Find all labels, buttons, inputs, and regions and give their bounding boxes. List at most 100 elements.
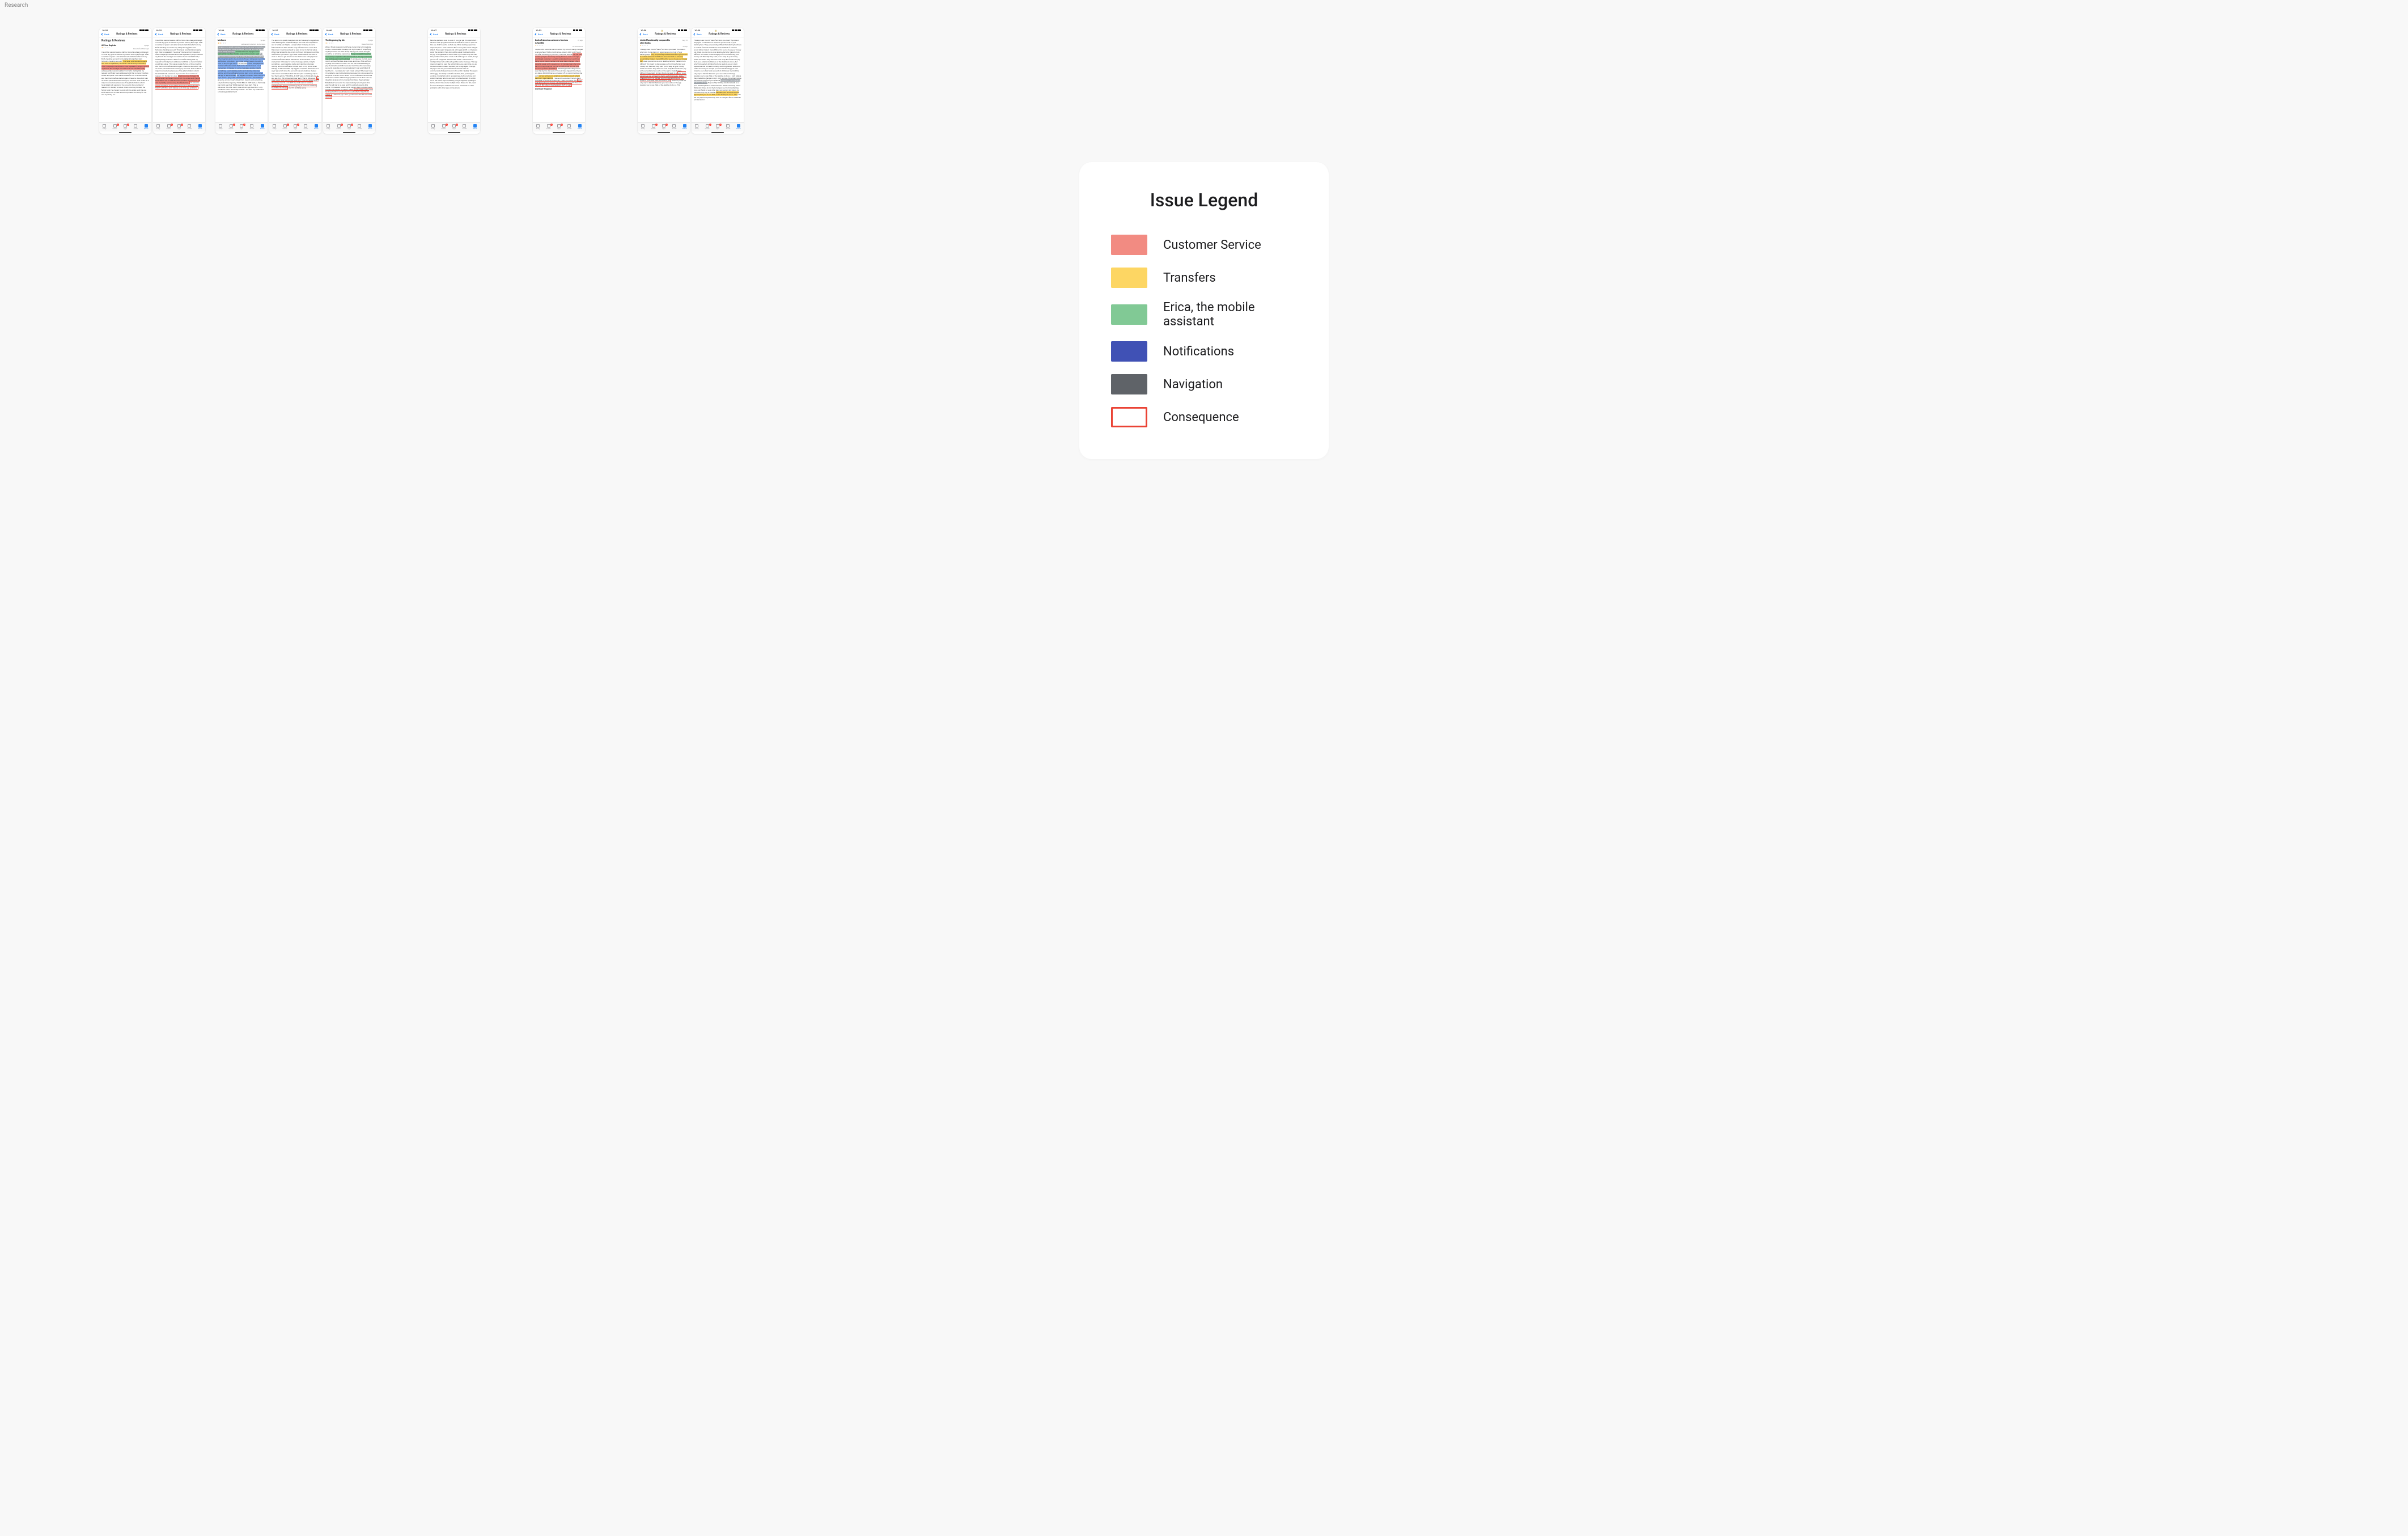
tab-label: Search <box>144 128 149 130</box>
badge: 13 <box>561 124 563 126</box>
tab-bar: Today 2Games 13Apps Arcade Search <box>638 122 690 131</box>
tab-arcade[interactable]: Arcade <box>354 124 364 130</box>
games-icon <box>547 124 550 128</box>
tab-apps[interactable]: 13Apps <box>713 124 723 130</box>
tab-apps[interactable]: 13Apps <box>659 124 669 130</box>
tab-label: Today <box>695 128 699 130</box>
apps-icon <box>716 124 719 128</box>
tab-apps[interactable]: 13Apps <box>554 124 564 130</box>
tab-search[interactable]: Search <box>680 124 690 130</box>
status-icons <box>139 29 149 31</box>
chevron-left-icon[interactable] <box>271 33 273 35</box>
tab-label: Today <box>536 128 540 130</box>
clock: 10:59 <box>694 29 700 32</box>
badge: 2 <box>233 124 235 126</box>
apps-icon <box>240 124 243 128</box>
tab-today[interactable]: Today <box>638 124 648 130</box>
tab-arcade[interactable]: Arcade <box>300 124 311 130</box>
phone-1: 10:32 Back Ratings & Reviews Ratings & R… <box>99 28 151 134</box>
tab-today[interactable]: Today <box>533 124 543 130</box>
tab-arcade[interactable]: Arcade <box>184 124 194 130</box>
chevron-left-icon[interactable] <box>325 33 327 35</box>
tab-today[interactable]: Today <box>153 124 163 130</box>
tab-arcade[interactable]: Arcade <box>130 124 141 130</box>
home-indicator <box>658 132 670 133</box>
review-content: Limited functionality compared to other … <box>638 37 690 122</box>
tab-today[interactable]: Today <box>99 124 109 130</box>
tab-apps[interactable]: 13Apps <box>344 124 354 130</box>
tab-today[interactable]: Today <box>692 124 702 130</box>
status-bar: 10:36 <box>215 28 268 32</box>
tab-search[interactable]: Search <box>365 124 375 130</box>
tab-apps[interactable]: 13Apps <box>236 124 247 130</box>
tab-arcade[interactable]: Arcade <box>723 124 733 130</box>
home-indicator <box>289 132 302 133</box>
tab-label: Search <box>473 128 477 130</box>
tab-games[interactable]: 2Games <box>109 124 120 130</box>
swatch-notifications <box>1111 341 1147 362</box>
tab-games[interactable]: 2Games <box>226 124 236 130</box>
tab-today[interactable]: Today <box>269 124 279 130</box>
chevron-left-icon[interactable] <box>430 33 432 35</box>
chevron-left-icon[interactable] <box>639 33 642 35</box>
tab-arcade[interactable]: Arcade <box>459 124 469 130</box>
tab-today[interactable]: Today <box>323 124 333 130</box>
tab-search[interactable]: Search <box>141 124 151 130</box>
tab-label: Arcade <box>303 128 308 130</box>
tab-bar: Today 2Games 13Apps Arcade Search <box>323 122 375 131</box>
clock: 10:32 <box>156 29 162 32</box>
tab-arcade[interactable]: Arcade <box>564 124 574 130</box>
arcade-icon <box>304 124 307 128</box>
badge: 2 <box>655 124 658 126</box>
tab-search[interactable]: Search <box>575 124 585 130</box>
tab-label: Apps <box>662 128 665 130</box>
tab-apps[interactable]: 13Apps <box>449 124 459 130</box>
tab-bar: Today 2Games 13Apps Arcade Search <box>533 122 585 131</box>
nav-title: Ratings & Reviews <box>105 33 149 36</box>
tab-search[interactable]: Search <box>195 124 205 130</box>
apps-icon <box>294 124 297 128</box>
tab-today[interactable]: Today <box>428 124 438 130</box>
swatch-consequence <box>1111 407 1147 427</box>
chevron-left-icon[interactable] <box>535 33 537 35</box>
battery-icon <box>474 29 477 31</box>
tab-games[interactable]: 2Games <box>333 124 344 130</box>
tab-games[interactable]: 2Games <box>163 124 173 130</box>
tab-label: Arcade <box>133 128 138 130</box>
home-indicator <box>553 132 565 133</box>
tab-arcade[interactable]: Arcade <box>247 124 257 130</box>
tab-search[interactable]: Search <box>470 124 480 130</box>
today-icon <box>156 124 160 128</box>
tab-search[interactable]: Search <box>734 124 744 130</box>
tab-bar: Today 2Games 13Apps Arcade Search <box>99 122 151 131</box>
tab-bar: Today 2Games 13Apps Arcade Search <box>428 122 480 131</box>
tab-games[interactable]: 2Games <box>543 124 553 130</box>
chevron-left-icon[interactable] <box>217 33 219 35</box>
tab-games[interactable]: 2Games <box>702 124 712 130</box>
chevron-left-icon[interactable] <box>693 33 696 35</box>
nav-title: Ratings & Reviews <box>697 33 741 36</box>
legend-row-transfers: Transfers <box>1111 268 1297 288</box>
clock: 10:40 <box>326 29 332 32</box>
clock: 10:32 <box>102 29 108 32</box>
home-indicator <box>448 132 460 133</box>
tab-search[interactable]: Search <box>311 124 321 130</box>
tab-games[interactable]: 2Games <box>648 124 658 130</box>
chevron-left-icon[interactable] <box>155 33 157 35</box>
status-bar: 10:59 🔒 <box>692 28 744 32</box>
tab-search[interactable]: Search <box>257 124 268 130</box>
clock: 10:37 <box>272 29 278 32</box>
badge: 13 <box>297 124 299 126</box>
tab-apps[interactable]: 13Apps <box>174 124 184 130</box>
chevron-left-icon[interactable] <box>101 33 103 35</box>
tab-apps[interactable]: 13Apps <box>290 124 300 130</box>
tab-label: Today <box>273 128 277 130</box>
tab-games[interactable]: 2Games <box>438 124 448 130</box>
tab-games[interactable]: 2Games <box>279 124 290 130</box>
tab-today[interactable]: Today <box>215 124 226 130</box>
nav-bar: Back Ratings & Reviews <box>533 32 585 37</box>
tab-apps[interactable]: 13Apps <box>120 124 130 130</box>
games-icon <box>652 124 655 128</box>
today-icon <box>327 124 330 128</box>
tab-arcade[interactable]: Arcade <box>669 124 679 130</box>
